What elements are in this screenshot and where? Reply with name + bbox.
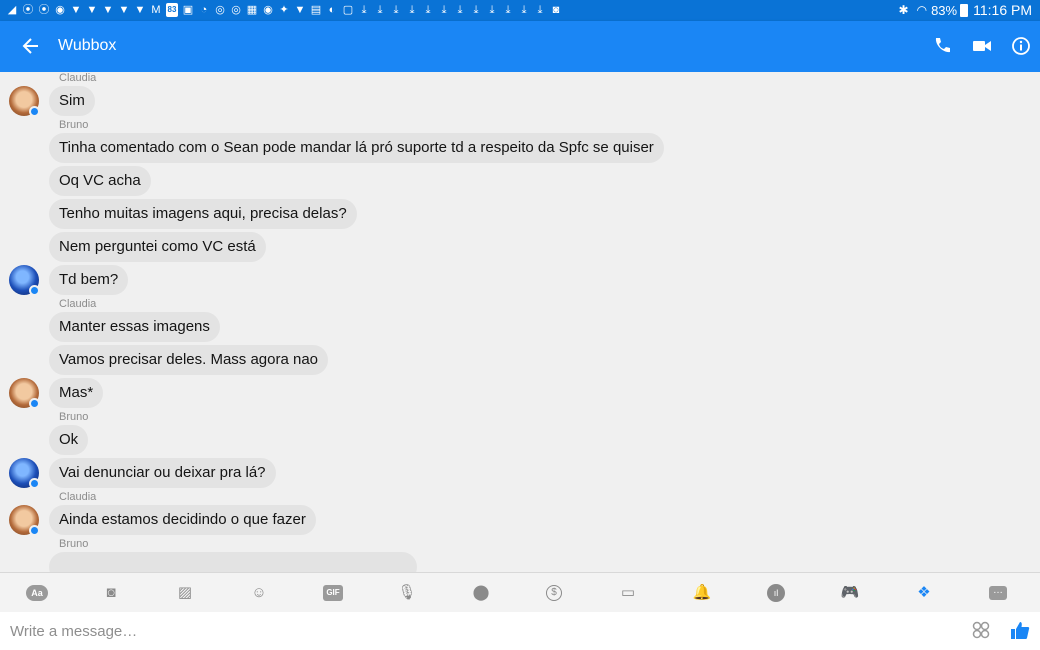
message-bubble[interactable]: Mas*	[49, 378, 104, 408]
status-bar: ◢ ⦿ ⦿ ◉ ▼ ▼ ▼ ▼ ▼ M 83 ▣ ◔ ◎ ◎ ▦ ◉ ✦ ▼ ▤ ◐ ▢ ⤓ ⤓ ⤓ ⤓ ⤓ ⤓ ⤓ ⤓ ⤓ ⤓ ⤓ ⤓ ◙ ✱ ◠…	[0, 0, 1040, 21]
image-icon: ▣	[182, 4, 194, 16]
claudia-avatar[interactable]	[9, 505, 40, 536]
download-icon: ⤓	[409, 4, 415, 16]
claudia-avatar[interactable]	[9, 86, 40, 117]
game-icon[interactable]: 🎮	[840, 583, 860, 603]
claudia-avatar[interactable]	[9, 378, 40, 409]
app-icon: ◉	[55, 4, 65, 16]
messenger-badge-icon	[29, 525, 40, 536]
clock-time: 11:16 PM	[973, 2, 1032, 18]
sender-name: Claudia	[59, 72, 97, 84]
sender-name: Claudia	[59, 298, 97, 310]
download-icon: ⤓	[393, 4, 399, 16]
sender-name: Bruno	[59, 538, 89, 550]
message-bubble[interactable]: Tenho muitas imagens aqui, precisa delas…	[49, 199, 357, 229]
clock-icon: ◔	[200, 4, 208, 16]
qr-code-icon[interactable]	[972, 621, 990, 639]
battery-icon	[960, 3, 969, 17]
download-icon: ⤓	[377, 4, 383, 16]
message-bubble-partial[interactable]	[49, 552, 417, 572]
twitter-icon: ▼	[102, 4, 114, 16]
signal-icon: ◢	[7, 4, 17, 16]
video-call-icon[interactable]	[972, 38, 992, 54]
system-status: ✱ ◠ 83% 11:16 PM	[899, 2, 1032, 18]
sender-name: Bruno	[59, 119, 89, 131]
chrome-icon: ◎	[215, 4, 225, 16]
dropbox-icon[interactable]: ❖	[914, 583, 934, 603]
gallery-icon[interactable]: ▨	[175, 583, 195, 603]
more-icon[interactable]: …	[989, 586, 1007, 600]
grid-icon: ▤	[310, 4, 322, 16]
download-icon: ⤓	[473, 4, 479, 16]
messenger-badge-icon	[29, 478, 40, 489]
text-style-icon[interactable]: Aa	[26, 585, 48, 601]
download-icon: ⤓	[425, 4, 431, 16]
car-icon[interactable]: ▭	[618, 583, 638, 603]
download-icon: ⤓	[457, 4, 463, 16]
photo-icon: ◙	[552, 4, 560, 16]
info-icon[interactable]	[1011, 36, 1031, 56]
gif-icon[interactable]: GIF	[323, 585, 343, 601]
calendar-icon: ▦	[246, 4, 258, 16]
messenger-badge-icon	[29, 398, 40, 409]
bruno-avatar[interactable]	[9, 265, 40, 296]
phone-call-icon[interactable]	[932, 36, 952, 56]
location-icon[interactable]: ⬤	[471, 583, 491, 603]
twitter-icon: ▼	[70, 4, 82, 16]
bell-icon[interactable]: 🔔	[692, 583, 712, 603]
message-input[interactable]	[10, 619, 910, 643]
notification-icons: ◢ ⦿ ⦿ ◉ ▼ ▼ ▼ ▼ ▼ M 83 ▣ ◔ ◎ ◎ ▦ ◉ ✦ ▼ ▤ ◐ ▢ ⤓ ⤓ ⤓ ⤓ ⤓ ⤓ ⤓ ⤓ ⤓ ⤓ ⤓ ⤓ ◙	[6, 3, 566, 17]
gmail-icon: M	[151, 4, 161, 16]
sender-name: Claudia	[59, 491, 97, 503]
download-icon: ⤓	[361, 4, 367, 16]
twitter-icon: ▼	[86, 4, 98, 16]
message-bubble[interactable]: Sim	[49, 86, 95, 116]
message-list[interactable]: Claudia Sim Bruno Tinha comentado com o Sea…	[0, 72, 1040, 572]
chrome-icon: ◎	[231, 4, 241, 16]
battery-percent: 83%	[931, 2, 958, 18]
bruno-avatar[interactable]	[9, 458, 40, 489]
microphone-icon[interactable]: 🎙	[397, 583, 417, 603]
download-icon: ⤓	[441, 4, 447, 16]
message-bubble[interactable]: Oq VC acha	[49, 166, 151, 196]
download-icon: ⤓	[505, 4, 511, 16]
sender-name: Bruno	[59, 411, 89, 423]
payment-icon[interactable]: $	[546, 585, 562, 601]
message-bubble[interactable]: Tinha comentado com o Sean pode mandar l…	[49, 133, 664, 163]
message-bubble[interactable]: Td bem?	[49, 265, 129, 295]
messenger-icon: ⦿	[22, 4, 34, 16]
wifi-icon: ◠	[916, 3, 928, 17]
emoji-icon[interactable]: ☺	[249, 583, 269, 603]
twitter-icon: ▼	[118, 4, 130, 16]
messenger-icon: ⦿	[38, 4, 50, 16]
messenger-badge-icon	[29, 285, 40, 296]
message-bubble[interactable]: Ainda estamos decidindo o que fazer	[49, 505, 316, 535]
message-bubble[interactable]: Vai denunciar ou deixar pra lá?	[49, 458, 276, 488]
message-bubble[interactable]: Ok	[49, 425, 89, 455]
message-bubble[interactable]: Vamos precisar deles. Mass agora nao	[49, 345, 329, 375]
message-bubble[interactable]: Manter essas imagens	[49, 312, 220, 342]
download-icon: ⤓	[489, 4, 495, 16]
back-arrow-icon[interactable]	[20, 34, 42, 58]
composer	[0, 612, 1040, 650]
twitter-icon: ▼	[294, 4, 306, 16]
download-icon: ⤓	[521, 4, 527, 16]
messenger-badge-icon	[29, 106, 40, 117]
twitter-icon: ▼	[134, 4, 146, 16]
bluetooth-icon: ✱	[898, 3, 909, 17]
thumbs-up-icon[interactable]	[1010, 620, 1030, 640]
messenger-icon: ◉	[263, 4, 273, 16]
badge-icon: 83	[166, 3, 178, 17]
sync-icon: ◐	[328, 4, 336, 16]
composer-toolbar: Aa ◙ ▨ ☺ GIF 🎙 ⬤ $ ▭ 🔔 ıl 🎮 ❖ …	[0, 572, 1040, 612]
message-bubble[interactable]: Nem perguntei como VC está	[49, 232, 266, 262]
poll-icon[interactable]: ıl	[767, 584, 785, 602]
conversation-title[interactable]: Wubbox	[58, 37, 116, 55]
game-icon: ✦	[279, 4, 289, 16]
download-icon: ⤓	[537, 4, 543, 16]
camera-icon[interactable]: ◙	[101, 583, 121, 603]
conversation-header: Wubbox	[0, 21, 1040, 72]
screen-icon: ▢	[342, 4, 354, 16]
